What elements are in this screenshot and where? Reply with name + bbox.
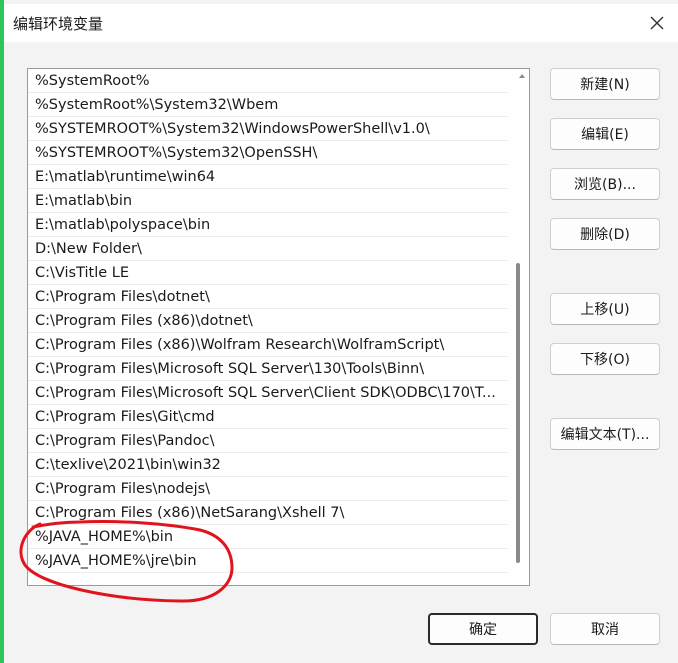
- list-item[interactable]: C:\VisTitle LE: [28, 261, 508, 285]
- list-item[interactable]: C:\Program Files\Pandoc\: [28, 429, 508, 453]
- list-item[interactable]: C:\Program Files (x86)\NetSarang\Xshell …: [28, 501, 508, 525]
- browse-button[interactable]: 浏览(B)...: [550, 168, 660, 200]
- list-item[interactable]: %SystemRoot%\System32\Wbem: [28, 93, 508, 117]
- list-item[interactable]: %JAVA_HOME%\jre\bin: [28, 549, 508, 573]
- list-item[interactable]: C:\Program Files\Git\cmd: [28, 405, 508, 429]
- list-item[interactable]: E:\matlab\bin: [28, 189, 508, 213]
- list-item[interactable]: D:\New Folder\: [28, 237, 508, 261]
- delete-button[interactable]: 删除(D): [550, 218, 660, 250]
- cancel-button[interactable]: 取消: [550, 613, 660, 645]
- edit-button[interactable]: 编辑(E): [550, 118, 660, 150]
- list-item[interactable]: C:\Program Files (x86)\Wolfram Research\…: [28, 333, 508, 357]
- list-item[interactable]: %SYSTEMROOT%\System32\OpenSSH\: [28, 141, 508, 165]
- dialog-title: 编辑环境变量: [13, 15, 104, 33]
- list-item[interactable]: C:\Program Files\nodejs\: [28, 477, 508, 501]
- list-item[interactable]: %SYSTEMROOT%\System32\WindowsPowerShell\…: [28, 117, 508, 141]
- edit-env-var-dialog: 编辑环境变量 %SystemRoot% %SystemRoot%\System32…: [0, 0, 678, 663]
- list-item[interactable]: E:\matlab\runtime\win64: [28, 165, 508, 189]
- new-button[interactable]: 新建(N): [550, 68, 660, 100]
- move-up-button[interactable]: 上移(U): [550, 293, 660, 325]
- list-item[interactable]: C:\Program Files\dotnet\: [28, 285, 508, 309]
- list-item[interactable]: %SystemRoot%: [28, 69, 508, 93]
- path-list[interactable]: %SystemRoot% %SystemRoot%\System32\Wbem %S…: [27, 68, 530, 586]
- vertical-scrollbar[interactable]: [514, 69, 529, 585]
- chevron-up-icon[interactable]: [517, 71, 527, 81]
- list-item[interactable]: C:\Program Files\Microsoft SQL Server\Cl…: [28, 381, 508, 405]
- title-bar: 编辑环境变量: [4, 4, 678, 42]
- scrollbar-thumb[interactable]: [516, 263, 520, 563]
- list-item[interactable]: E:\matlab\polyspace\bin: [28, 213, 508, 237]
- close-button[interactable]: [646, 12, 668, 34]
- list-item[interactable]: %JAVA_HOME%\bin: [28, 525, 508, 549]
- list-item[interactable]: C:\texlive\2021\bin\win32: [28, 453, 508, 477]
- edit-text-button[interactable]: 编辑文本(T)...: [550, 418, 660, 450]
- list-item[interactable]: C:\Program Files (x86)\dotnet\: [28, 309, 508, 333]
- list-item[interactable]: C:\Program Files\Microsoft SQL Server\13…: [28, 357, 508, 381]
- window-edge: [0, 0, 4, 663]
- move-down-button[interactable]: 下移(O): [550, 343, 660, 375]
- close-icon: [650, 16, 664, 30]
- ok-button[interactable]: 确定: [428, 613, 538, 645]
